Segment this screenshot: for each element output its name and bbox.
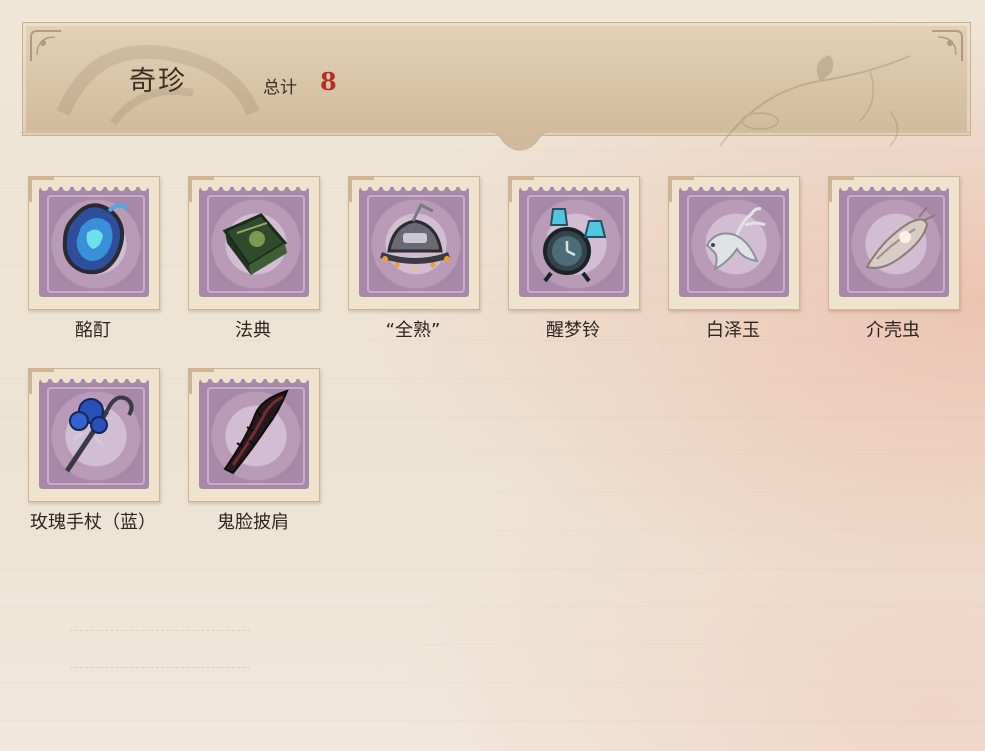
collection-header: 奇珍 总计 8 xyxy=(22,22,971,147)
item-card[interactable] xyxy=(828,176,960,310)
shell-bug-icon xyxy=(865,206,936,269)
item-card[interactable] xyxy=(348,176,480,310)
item-card[interactable] xyxy=(188,368,320,502)
item-label: 酩酊 xyxy=(75,320,111,341)
total-count: 8 xyxy=(320,67,337,96)
corner-ornament-icon xyxy=(932,30,963,61)
collection-item[interactable]: 法典 xyxy=(180,176,340,358)
total-label: 总计 xyxy=(263,78,297,98)
collection-item[interactable]: 介壳虫 xyxy=(820,176,980,358)
collection-item[interactable]: 醒梦铃 xyxy=(500,176,660,358)
item-label: “全熟” xyxy=(385,320,441,341)
item-label: 白泽玉 xyxy=(706,320,760,341)
blue-rose-cane-icon xyxy=(64,395,134,473)
green-codex-book-icon xyxy=(222,213,288,275)
item-label: 玫瑰手杖（蓝） xyxy=(30,512,156,533)
item-card[interactable] xyxy=(28,368,160,502)
faint-ruler-decoration xyxy=(70,630,250,668)
collection-item[interactable]: 鬼脸披肩 xyxy=(180,368,340,550)
item-card[interactable] xyxy=(668,176,800,310)
white-deer-jade-icon xyxy=(705,207,766,271)
item-card[interactable] xyxy=(508,176,640,310)
alarm-clock-bells-icon xyxy=(543,208,607,283)
page-title: 奇珍 xyxy=(129,66,187,97)
header-bottom-notch xyxy=(20,132,970,151)
item-card[interactable] xyxy=(188,176,320,310)
item-label: 法典 xyxy=(235,320,271,341)
item-label: 介壳虫 xyxy=(866,320,920,341)
collection-item[interactable]: “全熟” xyxy=(340,176,500,358)
blue-crystal-heart-icon xyxy=(62,203,129,275)
helmet-with-sparks-icon xyxy=(380,202,450,271)
thorn-shawl-icon xyxy=(223,389,289,475)
collection-item[interactable]: 白泽玉 xyxy=(660,176,820,358)
collection-item[interactable]: 酩酊 xyxy=(20,176,180,358)
item-label: 醒梦铃 xyxy=(546,320,600,341)
collection-item[interactable]: 玫瑰手杖（蓝） xyxy=(20,368,180,550)
item-label: 鬼脸披肩 xyxy=(217,512,289,533)
item-card[interactable] xyxy=(28,176,160,310)
